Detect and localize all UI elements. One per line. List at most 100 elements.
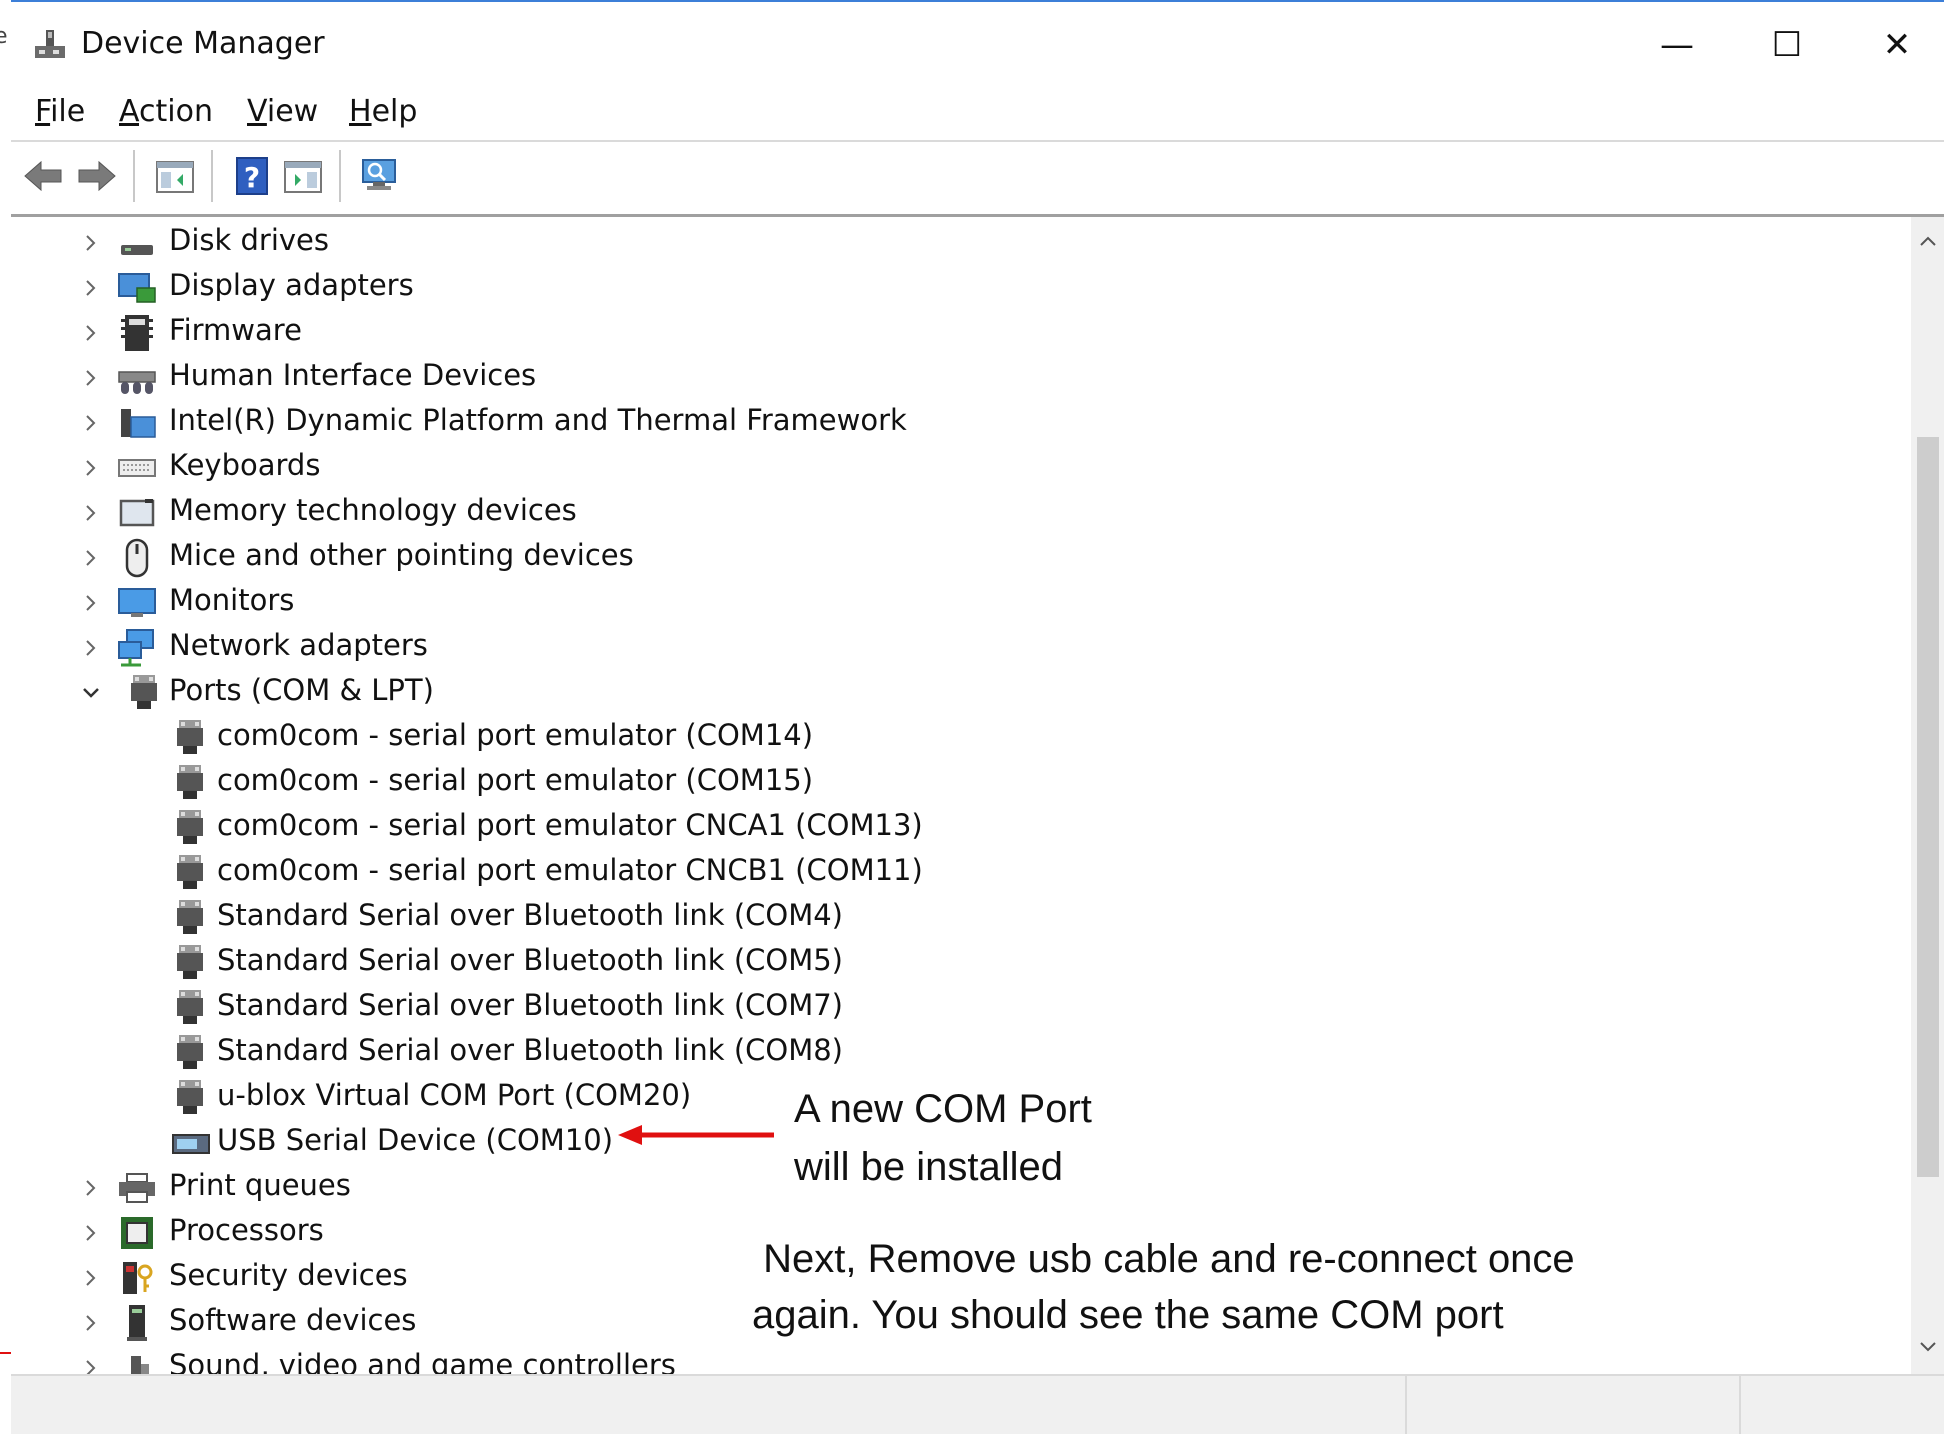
red-edge-line xyxy=(0,1352,11,1354)
minimize-button[interactable]: — xyxy=(1627,12,1727,78)
chevron-right-icon[interactable] xyxy=(79,1221,103,1245)
port-icon xyxy=(171,1033,211,1073)
tree-item-display-adapters[interactable]: Display adapters xyxy=(11,266,1911,310)
port-item-label: com0com - serial port emulator (COM15) xyxy=(217,763,813,797)
scan-hardware-icon[interactable] xyxy=(357,154,401,198)
port-item-label: Standard Serial over Bluetooth link (COM… xyxy=(217,1033,843,1067)
device-manager-icon xyxy=(33,28,67,62)
port-item[interactable]: com0com - serial port emulator (COM14) xyxy=(11,716,1911,760)
edge-glyph: e xyxy=(0,24,8,49)
chevron-right-icon[interactable] xyxy=(79,1176,103,1200)
menu-view[interactable]: View xyxy=(247,94,318,129)
folder-icon xyxy=(117,403,157,443)
scroll-up-icon[interactable] xyxy=(1911,221,1944,261)
maximize-button[interactable]: ☐ xyxy=(1737,12,1837,78)
chevron-right-icon[interactable] xyxy=(79,366,103,390)
tree-item-label: Security devices xyxy=(169,1258,408,1292)
toolbar-separator xyxy=(339,150,341,202)
chevron-right-icon[interactable] xyxy=(79,1266,103,1290)
menu-action-label: ction xyxy=(139,94,213,129)
port-icon xyxy=(171,853,211,893)
port-item[interactable]: Standard Serial over Bluetooth link (COM… xyxy=(11,941,1911,985)
device-tree: Disk drives Display adapters Firmware Hu… xyxy=(11,217,1911,1374)
port-item[interactable]: com0com - serial port emulator CNCB1 (CO… xyxy=(11,851,1911,895)
tree-item-label: Mice and other pointing devices xyxy=(169,538,634,572)
tree-item-network-adapters[interactable]: Network adapters xyxy=(11,626,1911,670)
close-button[interactable]: ✕ xyxy=(1847,12,1944,78)
chevron-right-icon[interactable] xyxy=(79,1356,103,1374)
firmware-icon xyxy=(117,313,157,353)
port-icon xyxy=(171,808,211,848)
scrollbar-thumb[interactable] xyxy=(1917,437,1939,1177)
menu-bar: File Action View Help xyxy=(11,88,1944,142)
help-icon[interactable]: ? xyxy=(231,154,275,198)
menu-action[interactable]: Action xyxy=(119,94,213,129)
menu-file[interactable]: File xyxy=(35,94,85,129)
tree-item-mice[interactable]: Mice and other pointing devices xyxy=(11,536,1911,580)
back-arrow-icon[interactable] xyxy=(21,154,65,198)
vertical-scrollbar[interactable] xyxy=(1911,217,1944,1374)
status-bar xyxy=(11,1374,1944,1434)
forward-arrow-icon[interactable] xyxy=(75,154,119,198)
show-hide-action-pane-icon[interactable] xyxy=(281,154,325,198)
port-item[interactable]: com0com - serial port emulator CNCA1 (CO… xyxy=(11,806,1911,850)
chevron-right-icon[interactable] xyxy=(79,276,103,300)
tree-item-monitors[interactable]: Monitors xyxy=(11,581,1911,625)
port-item-label: u-blox Virtual COM Port (COM20) xyxy=(217,1078,691,1112)
tree-item-ports[interactable]: Ports (COM & LPT) xyxy=(11,671,1911,715)
chevron-right-icon[interactable] xyxy=(79,231,103,255)
chevron-down-icon[interactable] xyxy=(79,681,103,705)
port-icon xyxy=(125,673,165,713)
red-arrow-icon xyxy=(616,1120,776,1150)
chevron-right-icon[interactable] xyxy=(79,636,103,660)
title-bar[interactable]: Device Manager — ☐ ✕ xyxy=(11,2,1944,88)
port-item-label: com0com - serial port emulator (COM14) xyxy=(217,718,813,752)
menu-file-accel: F xyxy=(35,94,50,129)
chevron-right-icon[interactable] xyxy=(79,1311,103,1335)
port-item[interactable]: Standard Serial over Bluetooth link (COM… xyxy=(11,896,1911,940)
menu-view-accel: V xyxy=(247,94,267,129)
port-item[interactable]: Standard Serial over Bluetooth link (COM… xyxy=(11,1031,1911,1075)
show-hide-console-tree-icon[interactable] xyxy=(153,154,197,198)
port-item[interactable]: Standard Serial over Bluetooth link (COM… xyxy=(11,986,1911,1030)
svg-text:?: ? xyxy=(244,161,260,194)
tree-item-firmware[interactable]: Firmware xyxy=(11,311,1911,355)
port-item[interactable]: com0com - serial port emulator (COM15) xyxy=(11,761,1911,805)
chevron-right-icon[interactable] xyxy=(79,546,103,570)
scroll-down-icon[interactable] xyxy=(1911,1327,1944,1367)
tree-item-intel-dptf[interactable]: Intel(R) Dynamic Platform and Thermal Fr… xyxy=(11,401,1911,445)
tree-item-label: Intel(R) Dynamic Platform and Thermal Fr… xyxy=(169,403,907,437)
tree-item-sound-video-game[interactable]: Sound, video and game controllers xyxy=(11,1346,1911,1374)
screenshot: e i Device Manager — ☐ ✕ File Action Vie… xyxy=(0,0,1944,1430)
network-adapter-icon xyxy=(117,628,157,668)
tree-item-human-interface-devices[interactable]: Human Interface Devices xyxy=(11,356,1911,400)
port-icon xyxy=(171,943,211,983)
menu-help[interactable]: Help xyxy=(349,94,417,129)
chevron-right-icon[interactable] xyxy=(79,456,103,480)
annotation-next-line2: again. You should see the same COM port xyxy=(752,1286,1504,1344)
printer-icon xyxy=(117,1168,157,1208)
tree-item-label: Processors xyxy=(169,1213,324,1247)
annotation-new-port-line2: will be installed xyxy=(794,1138,1063,1196)
tree-item-memory-technology-devices[interactable]: Memory technology devices xyxy=(11,491,1911,535)
port-icon xyxy=(171,718,211,758)
window-title: Device Manager xyxy=(81,26,325,61)
disk-drive-icon xyxy=(117,223,157,263)
chevron-right-icon[interactable] xyxy=(79,501,103,525)
sound-icon xyxy=(117,1348,157,1374)
tree-item-label: Ports (COM & LPT) xyxy=(169,673,434,707)
menu-view-label: iew xyxy=(267,94,318,129)
chevron-right-icon[interactable] xyxy=(79,411,103,435)
port-icon xyxy=(171,988,211,1028)
monitor-icon xyxy=(117,583,157,623)
tree-item-keyboards[interactable]: Keyboards xyxy=(11,446,1911,490)
port-item-label: com0com - serial port emulator CNCA1 (CO… xyxy=(217,808,923,842)
chevron-right-icon[interactable] xyxy=(79,591,103,615)
tree-item-label: Memory technology devices xyxy=(169,493,577,527)
chevron-right-icon[interactable] xyxy=(79,321,103,345)
toolbar-separator xyxy=(133,150,135,202)
tree-item-disk-drives[interactable]: Disk drives xyxy=(11,221,1911,265)
toolbar-separator xyxy=(211,150,213,202)
mouse-icon xyxy=(117,538,157,578)
menu-action-accel: A xyxy=(119,94,139,129)
